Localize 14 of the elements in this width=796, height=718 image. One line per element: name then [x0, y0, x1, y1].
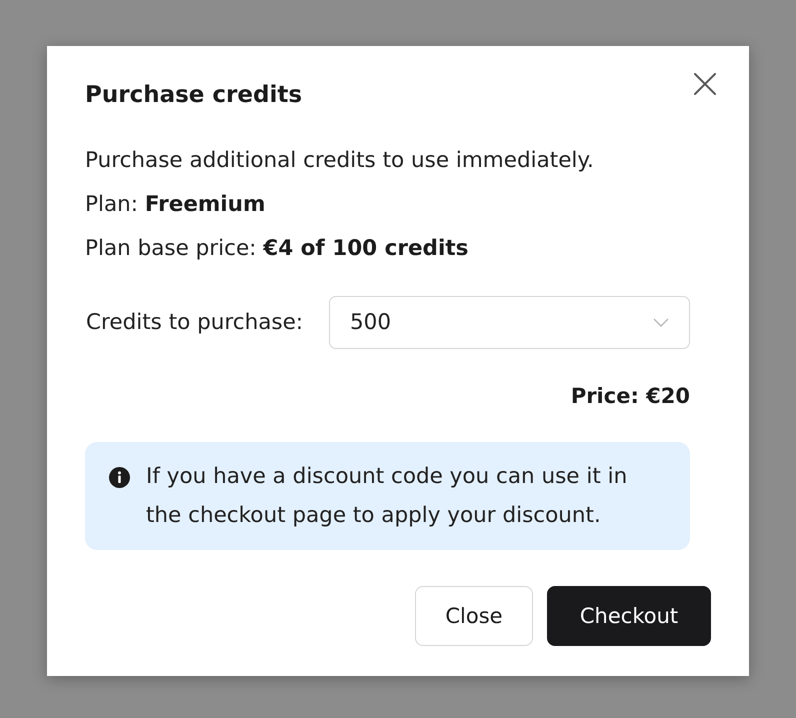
- info-icon: [109, 467, 130, 488]
- price-text: Price: €20: [570, 383, 690, 410]
- close-button[interactable]: [694, 73, 716, 95]
- description-text: Purchase additional credits to use immediately.: [85, 147, 595, 175]
- plan-text: Plan: Freemium: [85, 191, 266, 219]
- close-icon: [694, 73, 716, 95]
- base-price-text: Plan base price: €4 of 100 credits: [85, 235, 470, 263]
- chevron-down-icon: [653, 318, 669, 327]
- credits-label: Credits to purchase:: [86, 308, 304, 336]
- credits-select[interactable]: 500: [329, 296, 690, 349]
- close-dialog-button[interactable]: Close: [415, 586, 533, 646]
- dialog-title: Purchase credits: [85, 81, 302, 110]
- notice-text: If you have a discount code you can use it in the checkout page to apply your discount.: [146, 463, 628, 530]
- checkout-button[interactable]: Checkout: [547, 586, 711, 646]
